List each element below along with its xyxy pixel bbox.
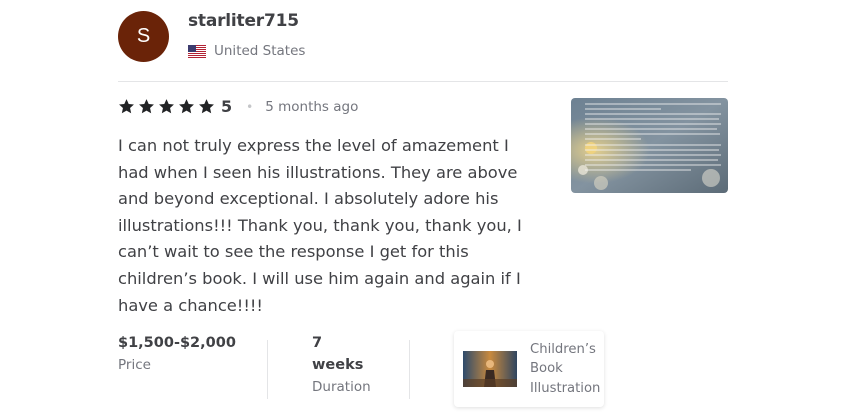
duration-number: 7 xyxy=(312,335,323,351)
illustration-image xyxy=(571,98,728,193)
service-name[interactable]: Children’s Book Illustration xyxy=(530,340,602,399)
star-rating xyxy=(118,98,215,115)
review-time: 5 months ago xyxy=(265,98,359,115)
stat-divider xyxy=(267,340,268,399)
stat-divider xyxy=(409,340,410,399)
star-icon xyxy=(199,99,214,114)
price-stat: $1,500-$2,000 Price xyxy=(118,332,236,376)
duration-label: Duration xyxy=(312,379,371,395)
star-icon xyxy=(179,99,194,114)
star-icon xyxy=(119,99,134,114)
rating-value: 5 xyxy=(221,97,233,116)
star-icon xyxy=(159,99,174,114)
service-thumbnail xyxy=(463,351,517,387)
us-flag-icon xyxy=(188,44,206,58)
reviewer-username[interactable]: starliter715 xyxy=(188,11,299,31)
reviewer-country: United States xyxy=(188,43,305,59)
divider xyxy=(118,81,728,82)
duration-unit: weeks xyxy=(312,357,364,373)
duration-stat: 7 weeks Duration xyxy=(312,332,371,398)
review-text: I can not truly express the level of ama… xyxy=(118,136,522,315)
rating-row: 5 • 5 months ago xyxy=(118,97,358,116)
review-card: S starliter715 United States 5 • 5 month… xyxy=(0,0,850,420)
review-attachment-thumbnail[interactable] xyxy=(571,98,728,193)
price-value: $1,500-$2,000 xyxy=(118,335,236,351)
avatar[interactable]: S xyxy=(118,11,169,62)
country-name: United States xyxy=(214,43,306,59)
service-card[interactable]: Children’s Book Illustration xyxy=(454,331,604,407)
price-label: Price xyxy=(118,357,151,373)
separator-dot: • xyxy=(246,99,254,114)
star-icon xyxy=(139,99,154,114)
